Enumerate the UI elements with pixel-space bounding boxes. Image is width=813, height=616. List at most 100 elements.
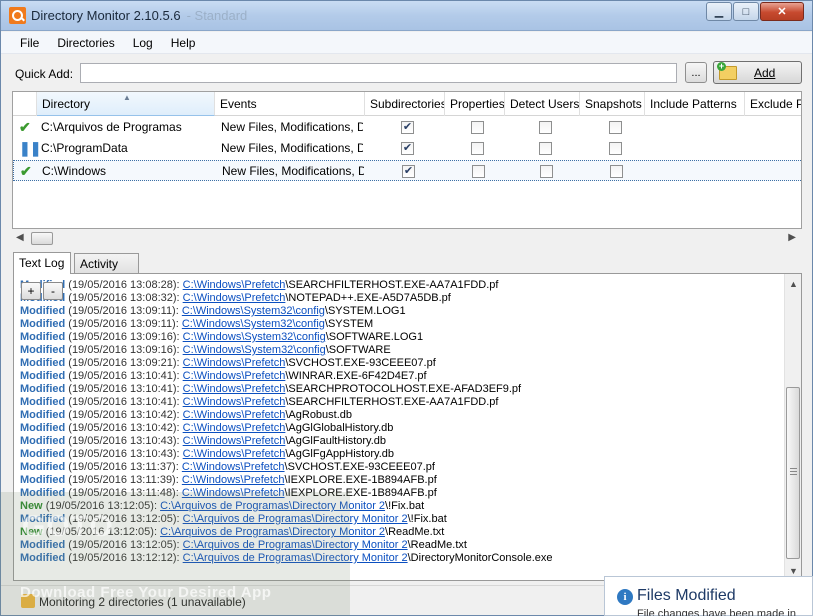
log-file-name: \SYSTEM.LOG1 [324,305,406,317]
log-event-kind: Modified [20,318,66,330]
window-title-text: Directory Monitor 2.10.5.6 [31,8,181,23]
log-file-name: \SVCHOST.EXE-93CEEE07.pf [285,357,436,369]
app-search-icon [9,7,26,24]
grid-row-selected[interactable]: ✔ C:\Windows New Files, Modifications, D… [13,160,801,181]
log-path-link[interactable]: C:\Windows\System32\config [182,305,325,317]
maximize-button[interactable]: □ [733,2,759,21]
add-button-label: Add [754,65,776,80]
log-line: Modified (19/05/2016 13:11:39): C:\Windo… [20,474,780,487]
scroll-right-icon[interactable]: ▶ [788,232,796,243]
properties-checkbox[interactable] [472,165,485,178]
menu-help[interactable]: Help [162,36,205,50]
log-path-link[interactable]: C:\Windows\Prefetch [183,409,286,421]
log-path-link[interactable]: C:\Windows\Prefetch [182,461,285,473]
log-timestamp: (19/05/2016 13:11:39): [68,474,179,486]
log-path-link[interactable]: C:\Windows\Prefetch [183,448,286,460]
log-line: Modified (19/05/2016 13:10:42): C:\Windo… [20,409,780,422]
properties-checkbox[interactable] [471,142,484,155]
log-vertical-scrollbar[interactable]: ▲ ▼ [784,274,801,580]
info-icon: i [617,589,633,605]
scroll-down-icon[interactable]: ▼ [789,566,798,576]
log-file-name: \SYSTEM [324,318,374,330]
log-path-link[interactable]: C:\Windows\Prefetch [182,474,285,486]
log-event-kind: Modified [20,396,66,408]
grip-line [790,468,797,469]
quick-add-label: Quick Add: [15,67,74,81]
log-timestamp: (19/05/2016 13:10:43): [68,448,180,460]
minimize-button[interactable]: ▁ [706,2,732,21]
log-line: Modified (19/05/2016 13:11:37): C:\Windo… [20,461,780,474]
log-path-link[interactable]: C:\Windows\Prefetch [183,422,286,434]
log-path-link[interactable]: C:\Windows\Prefetch [183,383,286,395]
log-path-link[interactable]: C:\Windows\System32\config [183,331,326,343]
snapshots-checkbox[interactable] [610,165,623,178]
grid-header: Directory ▲ Events Subdirectories Proper… [13,92,801,116]
log-path-link[interactable]: C:\Windows\Prefetch [183,435,286,447]
quick-add-input[interactable] [80,63,677,83]
vertical-scroll-thumb[interactable] [786,387,800,559]
subdirectories-checkbox[interactable]: ✔ [402,165,415,178]
zoom-in-button[interactable]: + [21,282,41,300]
log-timestamp: (19/05/2016 13:10:41): [68,383,180,395]
title-bar[interactable]: Directory Monitor 2.10.5.6 - Standard ▁ □… [1,1,812,31]
close-button[interactable]: ✕ [760,2,804,21]
menu-log[interactable]: Log [124,36,162,50]
check-icon: ✔ [19,119,31,135]
column-header-directory-label: Directory [42,97,91,111]
log-path-link[interactable]: C:\Windows\Prefetch [183,279,286,291]
log-path-link[interactable]: C:\Windows\Prefetch [183,292,286,304]
menu-directories[interactable]: Directories [48,36,123,50]
log-event-kind: Modified [20,474,66,486]
log-line: Modified (19/05/2016 13:10:41): C:\Windo… [20,370,780,383]
log-path-link[interactable]: C:\Windows\Prefetch [183,370,286,382]
row-directory: C:\Arquivos de Programas [41,120,182,134]
grid-row[interactable]: ❚❚ C:\ProgramData New Files, Modificatio… [13,138,801,159]
browse-button[interactable]: ... [685,62,707,83]
zoom-out-button[interactable]: - [43,282,63,300]
menu-file[interactable]: File [11,36,48,50]
grid-horizontal-scrollbar[interactable]: ◀ ▶ [12,230,802,247]
detect-users-checkbox[interactable] [539,142,552,155]
toast-title: Files Modified [637,587,736,604]
column-header-snapshots[interactable]: Snapshots [580,92,645,116]
tab-activity-log[interactable]: Activity Log [74,253,139,291]
snapshots-checkbox[interactable] [609,121,622,134]
column-header-events[interactable]: Events [215,92,365,116]
grid-row[interactable]: ✔ C:\Arquivos de Programas New Files, Mo… [13,117,801,138]
log-file-name: \!Fix.bat [385,500,425,512]
subdirectories-checkbox[interactable]: ✔ [401,121,414,134]
log-timestamp: (19/05/2016 13:09:11): [68,318,179,330]
column-header-properties[interactable]: Properties [445,92,505,116]
row-events: New Files, Modifications, D... [221,141,363,155]
detect-users-checkbox[interactable] [539,121,552,134]
log-path-link[interactable]: C:\Windows\System32\config [182,318,325,330]
log-path-link[interactable]: C:\Windows\System32\config [183,344,326,356]
log-line: Modified (19/05/2016 13:08:32): C:\Windo… [20,292,780,305]
watermark-logo: GOTO [22,510,114,543]
log-zoom-controls: + - [21,282,65,300]
tab-text-log[interactable]: Text Log [13,252,71,274]
log-file-name: \IEXPLORE.EXE-1B894AFB.pf [284,474,437,486]
column-header-exclude-patterns[interactable]: Exclude Patterns [745,92,801,116]
snapshots-checkbox[interactable] [609,142,622,155]
log-event-kind: Modified [20,331,66,343]
column-header-subdirectories[interactable]: Subdirectories [365,92,445,116]
log-timestamp: (19/05/2016 13:10:42): [68,409,180,421]
scroll-left-icon[interactable]: ◀ [16,232,24,243]
properties-checkbox[interactable] [471,121,484,134]
notification-toast[interactable]: i Files Modified File changes have been … [604,576,813,616]
log-line: Modified (19/05/2016 13:09:11): C:\Windo… [20,305,780,318]
horizontal-scroll-thumb[interactable] [31,232,53,245]
column-header-detect-users[interactable]: Detect Users [505,92,580,116]
log-path-link[interactable]: C:\Windows\Prefetch [183,396,286,408]
scroll-up-icon[interactable]: ▲ [789,279,798,289]
subdirectories-checkbox[interactable]: ✔ [401,142,414,155]
detect-users-checkbox[interactable] [540,165,553,178]
log-timestamp: (19/05/2016 13:09:16): [68,331,180,343]
column-header-status[interactable] [13,92,37,116]
column-header-directory[interactable]: Directory ▲ [37,92,215,116]
add-button[interactable]: Add [713,61,802,84]
column-header-include-patterns[interactable]: Include Patterns [645,92,745,116]
log-path-link[interactable]: C:\Windows\Prefetch [183,357,286,369]
window-controls: ▁ □ ✕ [705,2,804,21]
